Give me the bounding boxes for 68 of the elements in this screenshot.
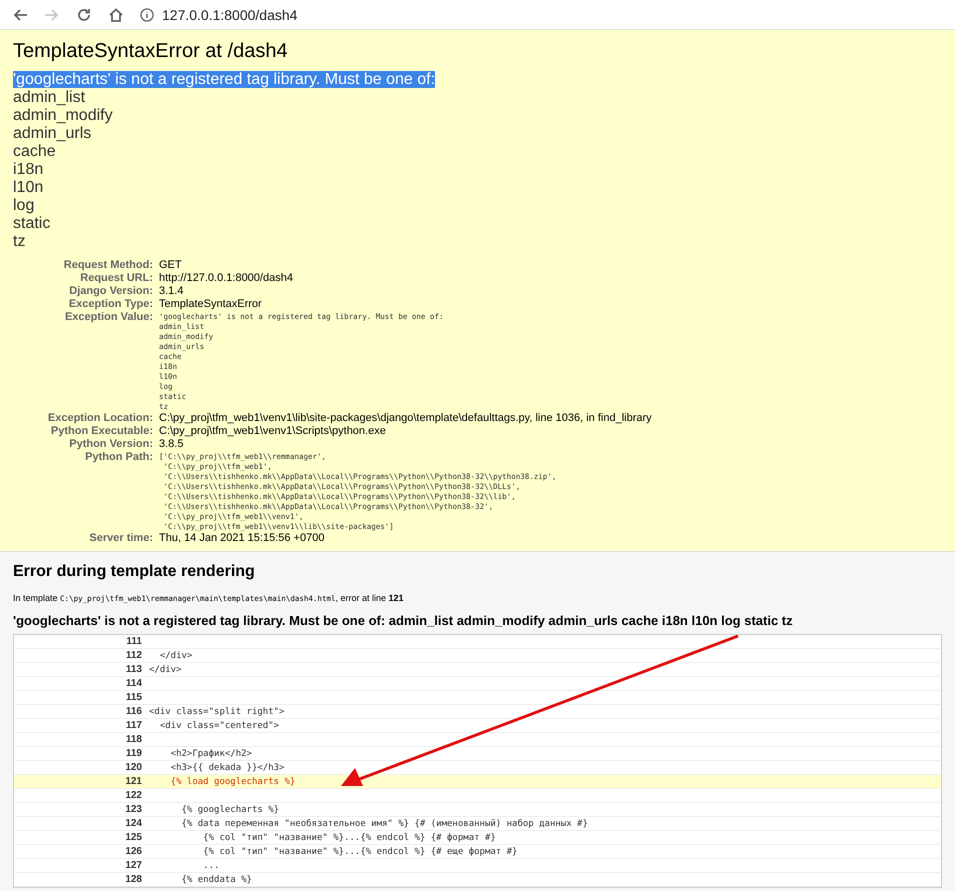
error-message: 'googlecharts' is not a registered tag library. Must be one of: (13, 71, 436, 88)
meta-value: 3.8.5 (159, 438, 184, 450)
reload-icon (76, 6, 92, 22)
line-number: 125 (124, 832, 143, 843)
line-number: 124 (124, 818, 143, 829)
library-name: cache (13, 143, 57, 161)
library-name: i18n (13, 161, 44, 179)
code-line: {% col "тип" "название" %}...{% endcol %} {# формат #} (202, 832, 496, 842)
meta-label: Request URL: (79, 272, 154, 285)
meta-value: TemplateSyntaxError (159, 298, 262, 310)
code-line: ... (202, 860, 220, 870)
line-number: 113 (124, 664, 143, 675)
library-name: admin_modify (13, 107, 114, 125)
line-number: 115 (124, 692, 143, 703)
meta-label: Python Path: (84, 451, 154, 465)
line-number: 119 (124, 748, 143, 759)
meta-value: Thu, 14 Jan 2021 15:15:56 +0700 (159, 532, 324, 544)
code-line: <div class="split right"> (149, 706, 284, 716)
code-line: {% load googlecharts %} (170, 776, 296, 786)
line-number: 112 (124, 650, 143, 661)
info-icon[interactable] (140, 8, 154, 22)
line-number: 114 (124, 678, 143, 689)
home-icon (108, 6, 124, 22)
meta-value: http://127.0.0.1:8000/dash4 (159, 272, 293, 284)
line-number: 121 (124, 776, 143, 787)
library-name: static (13, 215, 52, 233)
line-number: 123 (124, 804, 143, 815)
arrow-left-icon (12, 6, 28, 22)
meta-label: Django Version: (13, 285, 159, 298)
error-message: 'googlecharts' is not a registered tag library. Must be one of: admin_list admin_modify admin_urls cache i18n l10n log static tz (13, 613, 794, 628)
meta-value: GET (159, 259, 182, 271)
code-line: {% col "тип" "название" %}...{% endcol %} {# еще формат #} (202, 846, 518, 856)
code-line: {% googlecharts %} (180, 804, 280, 814)
code-line: <h2>График</h2> (170, 748, 252, 758)
meta-label: Python Version: (13, 438, 159, 451)
meta-label: Exception Type: (13, 298, 159, 311)
meta-value: C:\py_proj\tfm_web1\venv1\Scripts\python.exe (159, 425, 386, 437)
library-name: log (13, 197, 36, 215)
code-line: </div> (158, 650, 192, 660)
line-number: 120 (124, 762, 143, 773)
line-number: 126 (124, 846, 143, 857)
meta-label: Exception Location: (46, 412, 154, 425)
code-line: {% data переменная "необязательное имя" %} {# (именованный) набор данных #} (180, 818, 588, 828)
line-number: 128 (124, 874, 143, 885)
code-line: </div> (149, 664, 182, 674)
error-title: TemplateSyntaxError at /dash4 (13, 40, 289, 63)
meta-label: Python Executable: (50, 425, 154, 438)
library-name: l10n (13, 179, 44, 197)
line-number: 127 (124, 860, 143, 871)
code-line: <div class="centered"> (158, 720, 280, 730)
line-number: 122 (124, 790, 143, 801)
line-number: 117 (124, 720, 143, 731)
meta-label: Server time: (13, 532, 159, 545)
library-name: admin_list (13, 89, 86, 107)
meta-value: C:\py_proj\tfm_web1\venv1\lib\site-packages\django\template\defaulttags.py, line 1036, in find_library (159, 412, 652, 424)
meta-value: 3.1.4 (159, 285, 184, 297)
arrow-right-icon (44, 6, 60, 22)
url-field[interactable]: 127.0.0.1:8000/dash4 (162, 6, 298, 22)
meta-label: Request Method: (62, 259, 154, 272)
library-name: admin_urls (13, 125, 92, 143)
line-number: 118 (124, 734, 143, 745)
line-number: 116 (124, 706, 143, 717)
line-number: 111 (125, 636, 143, 647)
meta-label: Exception Value: (13, 311, 159, 412)
library-name: tz (13, 233, 26, 251)
code-line: {% enddata %} (180, 874, 252, 884)
code-line: <h3>{{ dekada }}</h3> (170, 762, 284, 772)
section-heading: Error during template rendering (13, 563, 256, 581)
